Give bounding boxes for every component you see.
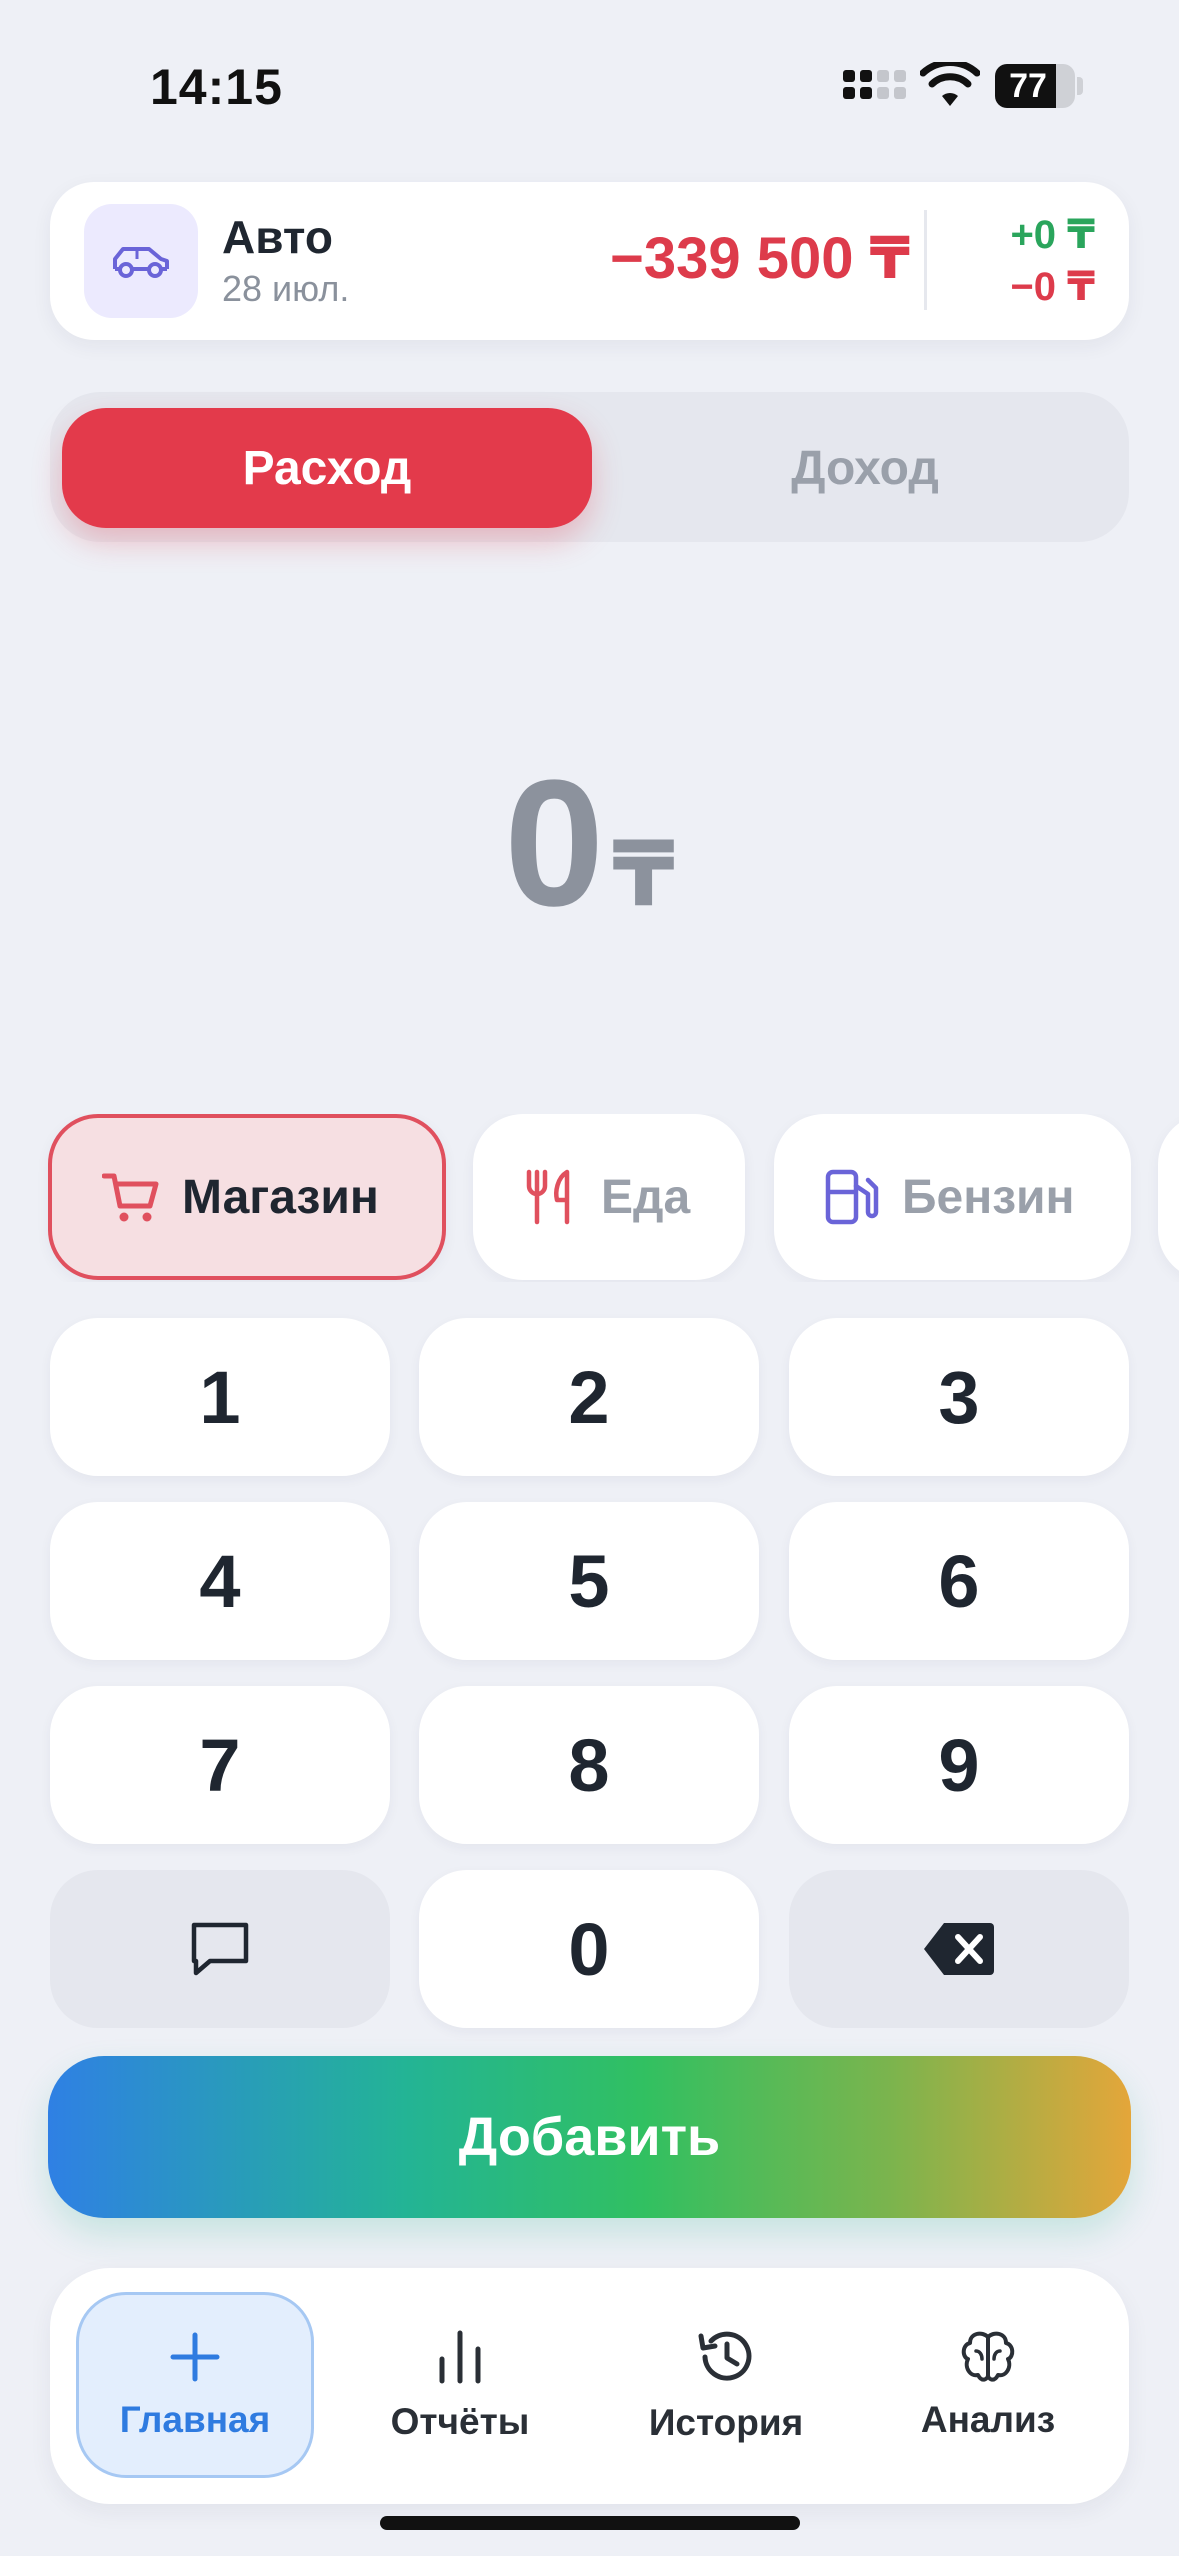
add-transaction-button[interactable]: Добавить (48, 2056, 1131, 2218)
transaction-type-toggle: Расход Доход (50, 392, 1129, 542)
car-icon (113, 247, 169, 278)
nav-label-analysis: Анализ (920, 2399, 1056, 2440)
cellular-signal-icon (843, 70, 906, 99)
key-6[interactable]: 6 (789, 1502, 1129, 1660)
key-7[interactable]: 7 (50, 1686, 390, 1844)
account-icon-tile (84, 204, 198, 318)
key-1[interactable]: 1 (50, 1318, 390, 1476)
category-chip-shop[interactable]: Магазин (48, 1114, 446, 1280)
nav-home[interactable]: Главная (76, 2292, 314, 2478)
key-3[interactable]: 3 (789, 1318, 1129, 1476)
comment-button[interactable] (50, 1870, 390, 2028)
home-indicator (380, 2516, 800, 2530)
key-4[interactable]: 4 (50, 1502, 390, 1660)
nav-label-history: История (648, 2402, 804, 2443)
expense-today: −0 ₸ (1010, 265, 1095, 309)
account-date: 28 июл. (222, 268, 350, 309)
nav-history[interactable]: История (606, 2292, 846, 2478)
comment-icon (191, 1922, 249, 1976)
status-time: 14:15 (150, 59, 283, 115)
wifi-icon (920, 62, 980, 106)
battery-tip (1077, 77, 1083, 95)
nav-reports[interactable]: Отчёты (340, 2292, 580, 2478)
account-name: Авто (222, 211, 333, 263)
plus-icon (170, 2332, 220, 2382)
battery-level: 77 (1009, 66, 1047, 105)
status-bar: 14:15 77 (0, 0, 1179, 170)
category-label: Еда (601, 1170, 691, 1224)
nav-analysis[interactable]: Анализ (868, 2292, 1108, 2478)
key-5[interactable]: 5 (419, 1502, 759, 1660)
key-0[interactable]: 0 (419, 1870, 759, 2028)
bottom-navigation: Главная Отчёты История Анализ (50, 2268, 1129, 2504)
nav-label-home: Главная (119, 2399, 271, 2440)
category-chip-food[interactable]: Еда (473, 1114, 745, 1280)
key-2[interactable]: 2 (419, 1318, 759, 1476)
divider (924, 210, 927, 310)
category-chips: Магазин Еда Бензин (0, 1114, 1179, 1282)
category-chip-partial[interactable] (1158, 1114, 1179, 1280)
brain-icon (961, 2331, 1015, 2382)
account-balance: −339 500 ₸ (610, 226, 910, 291)
battery-icon: 77 (995, 64, 1075, 108)
amount-display: 0₸ (0, 740, 1179, 947)
fuel-pump-icon (825, 1169, 879, 1225)
tab-income[interactable]: Доход (610, 408, 1120, 528)
key-8[interactable]: 8 (419, 1686, 759, 1844)
account-summary-card[interactable]: Авто 28 июл. −339 500 ₸ +0 ₸ −0 ₸ (50, 182, 1129, 340)
income-today: +0 ₸ (1010, 213, 1095, 257)
category-chip-fuel[interactable]: Бензин (774, 1114, 1131, 1280)
backspace-button[interactable] (789, 1870, 1129, 2028)
history-icon (698, 2331, 752, 2381)
category-label: Бензин (902, 1170, 1075, 1224)
nav-label-reports: Отчёты (390, 2401, 530, 2442)
amount-value: 0 (504, 743, 605, 944)
shopping-cart-icon (102, 1173, 159, 1222)
amount-currency: ₸ (612, 825, 675, 925)
key-9[interactable]: 9 (789, 1686, 1129, 1844)
bar-chart-icon (439, 2330, 481, 2384)
fork-knife-icon (526, 1169, 570, 1225)
tab-expense[interactable]: Расход (62, 408, 592, 528)
category-label: Магазин (182, 1170, 379, 1224)
backspace-icon (924, 1923, 994, 1975)
